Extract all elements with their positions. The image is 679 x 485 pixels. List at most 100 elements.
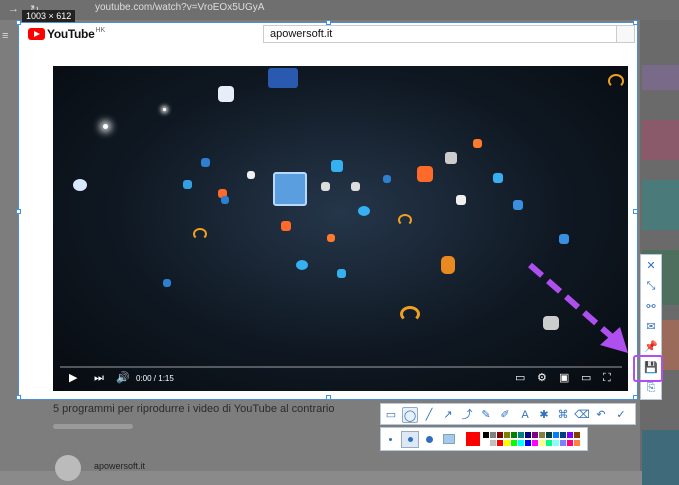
video-icon	[183, 180, 192, 189]
pen-tool-icon[interactable]: ✎	[478, 407, 494, 423]
color-swatch[interactable]	[525, 440, 531, 446]
avatar[interactable]	[55, 455, 81, 481]
email-icon[interactable]: ✉	[644, 320, 658, 334]
video-icon	[383, 175, 391, 183]
sidebar-thumbnail	[642, 120, 679, 160]
highlighter-tool-icon[interactable]: ✐	[497, 407, 513, 423]
close-icon[interactable]: ✕	[644, 259, 658, 273]
color-swatch[interactable]	[497, 440, 503, 446]
video-icon	[268, 68, 298, 88]
size-small-option[interactable]	[389, 438, 392, 441]
undo-tool-icon[interactable]: ↶	[593, 407, 609, 423]
fit-icon[interactable]: ⤡	[644, 279, 658, 293]
blur-tool-icon[interactable]: ✱	[536, 407, 552, 423]
video-icon	[296, 260, 308, 270]
background-sidebar	[640, 20, 679, 485]
color-swatch[interactable]	[511, 440, 517, 446]
video-icon	[513, 200, 523, 210]
ellipse-tool-icon[interactable]: ◯	[402, 407, 418, 423]
pin-icon[interactable]: 📌	[644, 340, 658, 354]
subtitles-icon[interactable]: ▭	[515, 373, 525, 384]
mosaic-tool-icon[interactable]: ⌘	[555, 407, 571, 423]
color-swatch[interactable]	[504, 432, 510, 438]
back-arrow-icon[interactable]: →	[8, 3, 19, 15]
color-palette-bar	[380, 427, 588, 451]
color-swatch[interactable]	[546, 432, 552, 438]
video-icon	[273, 172, 307, 206]
color-swatch[interactable]	[511, 432, 517, 438]
video-icon	[73, 179, 87, 191]
text-tool-icon[interactable]: A	[517, 407, 533, 423]
resize-handle[interactable]	[16, 20, 21, 25]
channel-name[interactable]: apowersoft.it	[94, 461, 145, 471]
settings-icon[interactable]: ⚙	[537, 373, 547, 384]
miniplayer-icon[interactable]: ▣	[559, 373, 569, 384]
size-medium-dot	[408, 437, 413, 442]
color-swatch[interactable]	[539, 432, 545, 438]
share-icon[interactable]: ⚯	[644, 300, 658, 314]
fullscreen-icon[interactable]: ⛶	[603, 373, 611, 384]
color-swatch[interactable]	[532, 432, 538, 438]
video-icon	[351, 182, 360, 191]
color-swatch[interactable]	[553, 440, 559, 446]
color-swatch[interactable]	[560, 432, 566, 438]
youtube-wordmark: YouTube	[47, 26, 95, 41]
color-swatch[interactable]	[490, 440, 496, 446]
resize-handle[interactable]	[633, 209, 638, 214]
annotation-toolbar: ▭ ◯ ╱ ↗ ⤴ ✎ ✐ A ✱ ⌘ ⌫ ↶ ✓	[380, 403, 636, 425]
browser-url[interactable]: youtube.com/watch?v=VroEOx5UGyA	[95, 2, 264, 13]
video-icon	[358, 206, 370, 216]
video-title[interactable]: 5 programmi per riprodurre i video di Yo…	[53, 403, 334, 415]
color-swatch[interactable]	[525, 432, 531, 438]
color-swatch[interactable]	[504, 440, 510, 446]
video-icon	[201, 158, 210, 167]
curve-arrow-tool-icon[interactable]: ⤴	[459, 407, 475, 423]
video-icon	[456, 195, 466, 205]
color-swatch[interactable]	[518, 432, 524, 438]
color-swatch[interactable]	[546, 440, 552, 446]
selected-color-swatch[interactable]	[466, 432, 480, 446]
resize-handle[interactable]	[633, 395, 638, 400]
color-swatch[interactable]	[567, 440, 573, 446]
color-swatch[interactable]	[567, 432, 573, 438]
color-swatch[interactable]	[483, 440, 489, 446]
resize-handle[interactable]	[16, 209, 21, 214]
youtube-logo[interactable]: YouTube HK	[28, 26, 106, 41]
theater-icon[interactable]: ▭	[581, 373, 591, 384]
color-swatch[interactable]	[518, 440, 524, 446]
line-tool-icon[interactable]: ╱	[421, 407, 437, 423]
color-swatch[interactable]	[539, 440, 545, 446]
video-icon	[398, 214, 412, 226]
search-input[interactable]: apowersoft.it	[263, 25, 617, 43]
size-large-option[interactable]	[426, 436, 433, 443]
search-button[interactable]	[617, 25, 635, 43]
resize-handle[interactable]	[16, 395, 21, 400]
color-swatch[interactable]	[497, 432, 503, 438]
video-progress-bar[interactable]	[60, 366, 622, 368]
resize-handle[interactable]	[326, 395, 331, 400]
next-icon[interactable]: ⏭	[94, 373, 104, 384]
volume-icon[interactable]: 🔊	[116, 373, 130, 384]
video-icon	[608, 74, 624, 88]
rectangle-tool-icon[interactable]: ▭	[383, 407, 399, 423]
color-swatch[interactable]	[483, 432, 489, 438]
done-tool-icon[interactable]: ✓	[613, 407, 629, 423]
eraser-tool-icon[interactable]: ⌫	[574, 407, 590, 423]
region-code: HK	[95, 27, 106, 34]
menu-icon[interactable]: ≡	[2, 30, 8, 42]
sidebar-thumbnail	[642, 430, 679, 485]
copy-icon[interactable]: ⎘	[644, 381, 658, 395]
video-icon	[221, 196, 229, 204]
color-swatch[interactable]	[574, 440, 580, 446]
video-icon	[445, 152, 457, 164]
color-swatch[interactable]	[560, 440, 566, 446]
color-swatch[interactable]	[532, 440, 538, 446]
video-icon	[247, 171, 255, 179]
color-swatch[interactable]	[490, 432, 496, 438]
size-fill-option[interactable]	[443, 434, 455, 444]
play-icon[interactable]: ▶	[69, 373, 77, 384]
sidebar-thumbnail	[642, 65, 679, 90]
arrow-tool-icon[interactable]: ↗	[440, 407, 456, 423]
color-swatch[interactable]	[553, 432, 559, 438]
color-swatch[interactable]	[574, 432, 580, 438]
